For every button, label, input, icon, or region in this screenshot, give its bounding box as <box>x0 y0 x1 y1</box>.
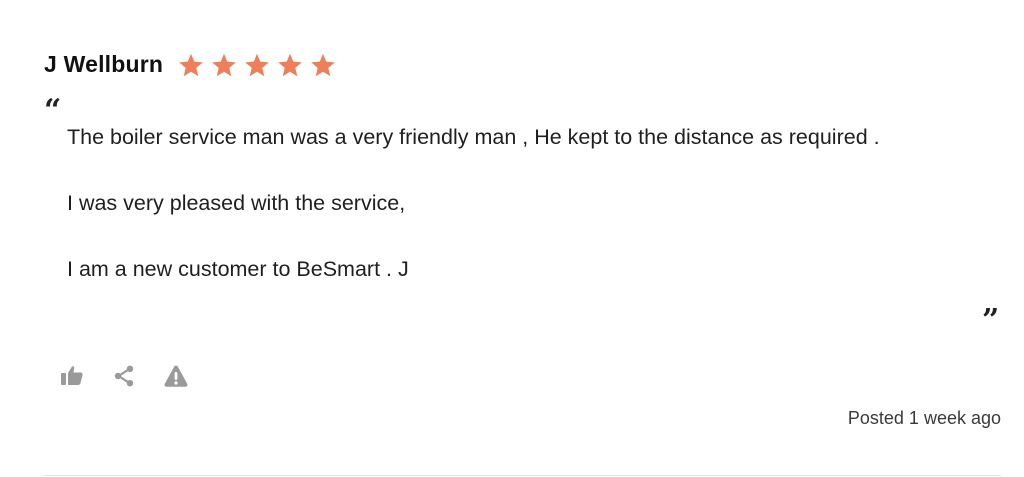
reviewer-name: J Wellburn <box>44 51 164 77</box>
review-paragraph: The boiler service man was a very friend… <box>67 125 880 149</box>
star-rating <box>177 52 337 79</box>
close-quote-icon: ” <box>982 303 1000 338</box>
review-actions <box>60 364 188 388</box>
review-paragraph: I am a new customer to BeSmart . J <box>67 257 409 281</box>
thumbs-up-icon <box>61 366 83 385</box>
star-icon <box>311 53 335 77</box>
report-button[interactable] <box>164 364 188 388</box>
share-icon <box>114 365 134 387</box>
divider <box>44 475 1001 476</box>
review-card: J Wellburn “ The boiler service man was … <box>0 0 1024 477</box>
open-quote-icon: “ <box>44 93 62 128</box>
review-body: The boiler service man was a very friend… <box>67 121 967 286</box>
posted-timestamp: Posted 1 week ago <box>847 408 1001 428</box>
star-icon <box>179 53 203 77</box>
star-icon <box>278 53 302 77</box>
warning-icon <box>164 365 188 387</box>
share-button[interactable] <box>112 364 136 388</box>
review-header: J Wellburn <box>44 50 337 79</box>
like-button[interactable] <box>60 364 84 388</box>
star-icon <box>245 53 269 77</box>
star-icon <box>212 53 236 77</box>
review-paragraph: I was very pleased with the service, <box>67 191 406 215</box>
